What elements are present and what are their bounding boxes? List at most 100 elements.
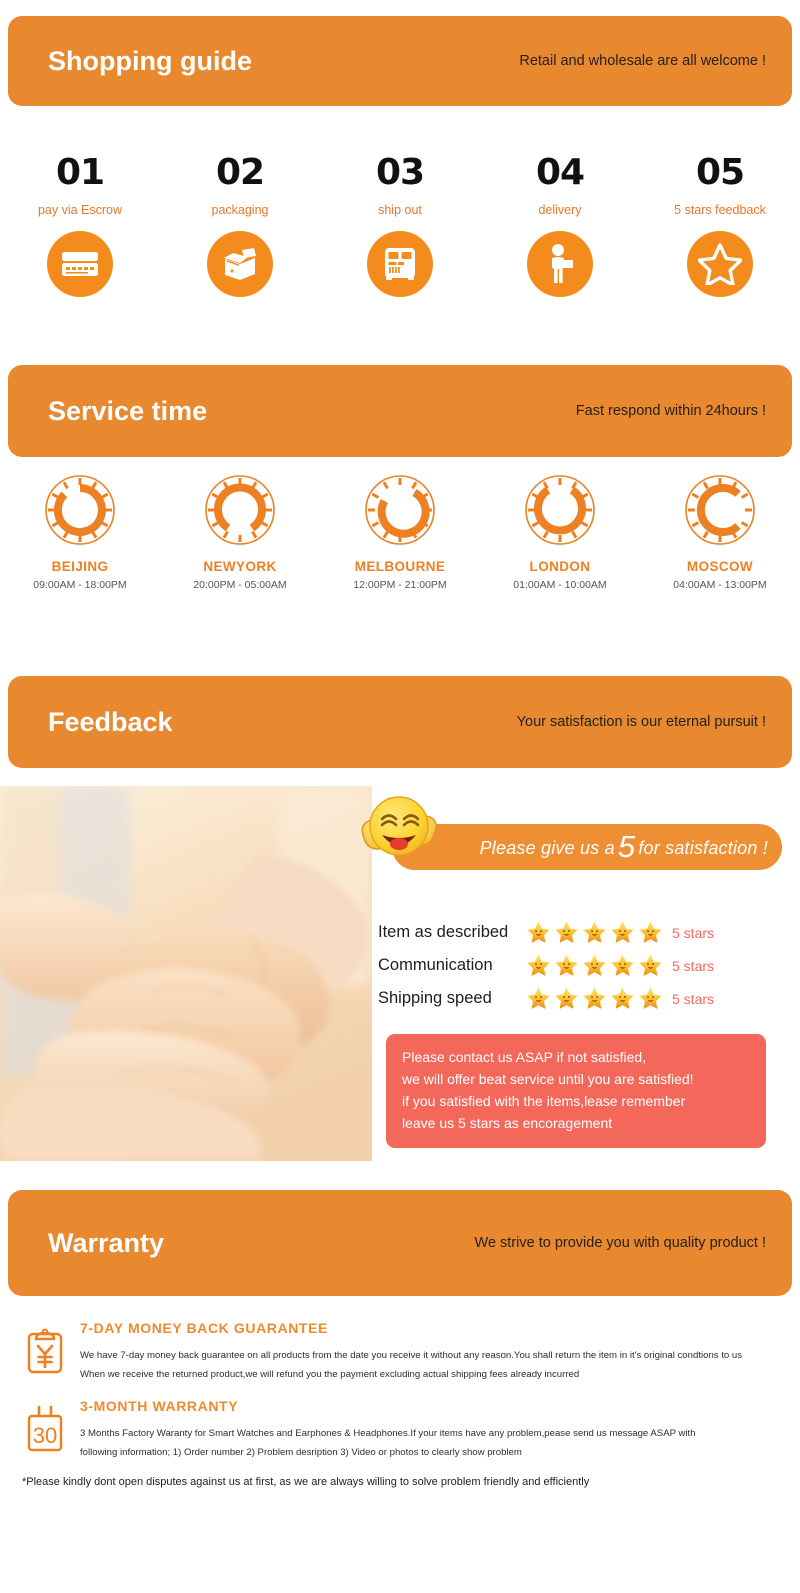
service-time-banner: Service time Fast respond within 24hours… xyxy=(8,365,792,457)
step-number: 03 xyxy=(375,152,425,193)
warranty-item-line: 3 Months Factory Waranty for Smart Watch… xyxy=(80,1428,696,1439)
step-label: delivery xyxy=(538,203,582,217)
star-icon xyxy=(526,920,551,945)
warranty-item-text: 3-MONTH WARRANTY 3 Months Factory Warant… xyxy=(76,1398,780,1462)
laughing-thumbs-up-smiley-icon xyxy=(358,788,440,870)
feedback-banner: Feedback Your satisfaction is our eterna… xyxy=(8,676,792,768)
clock-hours: 12:00PM - 21:00PM xyxy=(353,579,447,591)
warranty-item-line: following information; 1) Order number 2… xyxy=(80,1447,522,1458)
rating-row: Item as described 5 stars xyxy=(378,916,788,949)
rating-value: 5 stars xyxy=(672,957,715,974)
shopping-steps-row: 01 pay via Escrow 02 packaging 03 ship o… xyxy=(0,130,800,350)
clock-city: LONDON xyxy=(529,559,591,574)
clock-item: NEWYORK 20:00PM - 05:00AM xyxy=(160,470,320,635)
clock-item: BEIJING 09:00AM - 18:00PM xyxy=(0,470,160,635)
step-icon-circle xyxy=(527,231,593,297)
shopping-guide-banner: Shopping guide Retail and wholesale are … xyxy=(8,16,792,106)
disputes-disclaimer: *Please kindly dont open disputes agains… xyxy=(22,1476,590,1488)
star-icon xyxy=(526,953,551,978)
open-box-icon xyxy=(219,246,261,282)
feedback-subtitle: Your satisfaction is our eternal pursuit… xyxy=(516,714,766,730)
pill-exclaim: ! xyxy=(762,838,768,858)
step-label: pay via Escrow xyxy=(37,203,123,217)
note-line: leave us 5 stars as encoragement xyxy=(402,1115,613,1131)
clock-icon xyxy=(200,470,280,550)
step-label: packaging xyxy=(211,203,269,217)
star-outline-icon xyxy=(698,243,742,285)
contact-us-note-box: Please contact us ASAP if not satisfied,… xyxy=(386,1034,766,1148)
warranty-item: 7-DAY MONEY BACK GUARANTEE We have 7-day… xyxy=(0,1320,800,1384)
clock-city: BEIJING xyxy=(51,559,109,574)
warranty-item-icon: 30 xyxy=(14,1398,76,1454)
step-icon-circle xyxy=(687,231,753,297)
note-line: Please contact us ASAP if not satisfied, xyxy=(402,1049,647,1065)
star-icon xyxy=(638,986,663,1011)
clock-icon xyxy=(520,470,600,550)
clock-city: MOSCOW xyxy=(686,559,754,574)
calendar-30-icon: 30 xyxy=(24,1404,66,1454)
step-label: 5 stars feedback xyxy=(674,203,766,217)
rating-row: Shipping speed 5 stars xyxy=(378,982,788,1015)
step-item: 04 delivery xyxy=(480,130,640,350)
step-number: 01 xyxy=(55,152,105,193)
warranty-item-line: When we receive the returned product,we … xyxy=(80,1369,580,1380)
star-icon xyxy=(610,986,635,1011)
rating-stars xyxy=(526,953,663,978)
warranty-item-heading: 7-DAY MONEY BACK GUARANTEE xyxy=(80,1320,328,1336)
rating-stars xyxy=(526,920,663,945)
service-time-title: Service time xyxy=(48,395,208,426)
star-icon xyxy=(554,920,579,945)
star-icon xyxy=(582,953,607,978)
note-line: we will offer beat service until you are… xyxy=(402,1071,694,1087)
clock-hours: 01:00AM - 10:00AM xyxy=(513,579,607,591)
warranty-item-text: 7-DAY MONEY BACK GUARANTEE We have 7-day… xyxy=(76,1320,780,1384)
step-number: 02 xyxy=(215,152,265,193)
step-icon-circle xyxy=(207,231,273,297)
bus-icon xyxy=(381,246,419,282)
step-number: 04 xyxy=(535,152,585,193)
star-icon xyxy=(610,953,635,978)
rating-label: Item as described xyxy=(378,923,509,941)
clock-hours: 20:00PM - 05:00AM xyxy=(193,579,287,591)
step-number: 05 xyxy=(695,152,745,193)
step-label: ship out xyxy=(378,203,422,217)
clock-item: MOSCOW 04:00AM - 13:00PM xyxy=(640,470,800,635)
warranty-title: Warranty xyxy=(48,1227,165,1258)
warranty-subtitle: We strive to provide you with quality pr… xyxy=(474,1235,766,1251)
rating-row: Communication 5 stars xyxy=(378,949,788,982)
feedback-body: Please give us a5 for satisfaction ! Item… xyxy=(0,786,800,1166)
step-icon-circle xyxy=(367,231,433,297)
clock-city: NEWYORK xyxy=(203,559,277,574)
shopping-guide-subtitle: Retail and wholesale are all welcome ! xyxy=(519,53,766,69)
service-time-subtitle: Fast respond within 24hours ! xyxy=(575,403,766,419)
give-us-5-stars-text: Please give us a5 for satisfaction ! xyxy=(480,829,768,865)
warranty-item-line: We have 7-day money back guarantee on al… xyxy=(80,1350,743,1361)
rating-stars xyxy=(526,986,663,1011)
star-icon xyxy=(526,986,551,1011)
rating-label: Shipping speed xyxy=(378,989,492,1007)
feedback-title: Feedback xyxy=(48,706,173,737)
svg-text:30: 30 xyxy=(33,1423,57,1448)
step-item: 02 packaging xyxy=(160,130,320,350)
warranty-item-heading: 3-MONTH WARRANTY xyxy=(80,1398,239,1414)
step-item: 05 5 stars feedback xyxy=(640,130,800,350)
note-line: if you satisfied with the items,lease re… xyxy=(402,1093,686,1109)
pill-prefix: Please give us a xyxy=(479,838,615,858)
clipboard-yen-icon xyxy=(24,1326,66,1376)
star-icon xyxy=(582,920,607,945)
warranty-item: 30 3-MONTH WARRANTY 3 Months Factory War… xyxy=(0,1398,800,1462)
service-time-clocks-row: BEIJING 09:00AM - 18:00PM NEWYORK 20:00P… xyxy=(0,470,800,635)
clock-icon xyxy=(40,470,120,550)
product-description-page: Shopping guide Retail and wholesale are … xyxy=(0,0,800,1593)
pill-rating: 5 xyxy=(617,829,636,864)
clock-item: MELBOURNE 12:00PM - 21:00PM xyxy=(320,470,480,635)
step-icon-circle xyxy=(47,231,113,297)
rating-value: 5 stars xyxy=(672,924,715,941)
warranty-item-icon xyxy=(14,1320,76,1376)
ratings-list: Item as described 5 stars Communication xyxy=(378,916,788,1015)
warranty-banner: Warranty We strive to provide you with q… xyxy=(8,1190,792,1296)
shopping-guide-title: Shopping guide xyxy=(48,45,252,76)
star-icon xyxy=(610,920,635,945)
rating-label: Communication xyxy=(378,956,493,974)
hands-stacked-teamwork-photo xyxy=(0,786,372,1161)
